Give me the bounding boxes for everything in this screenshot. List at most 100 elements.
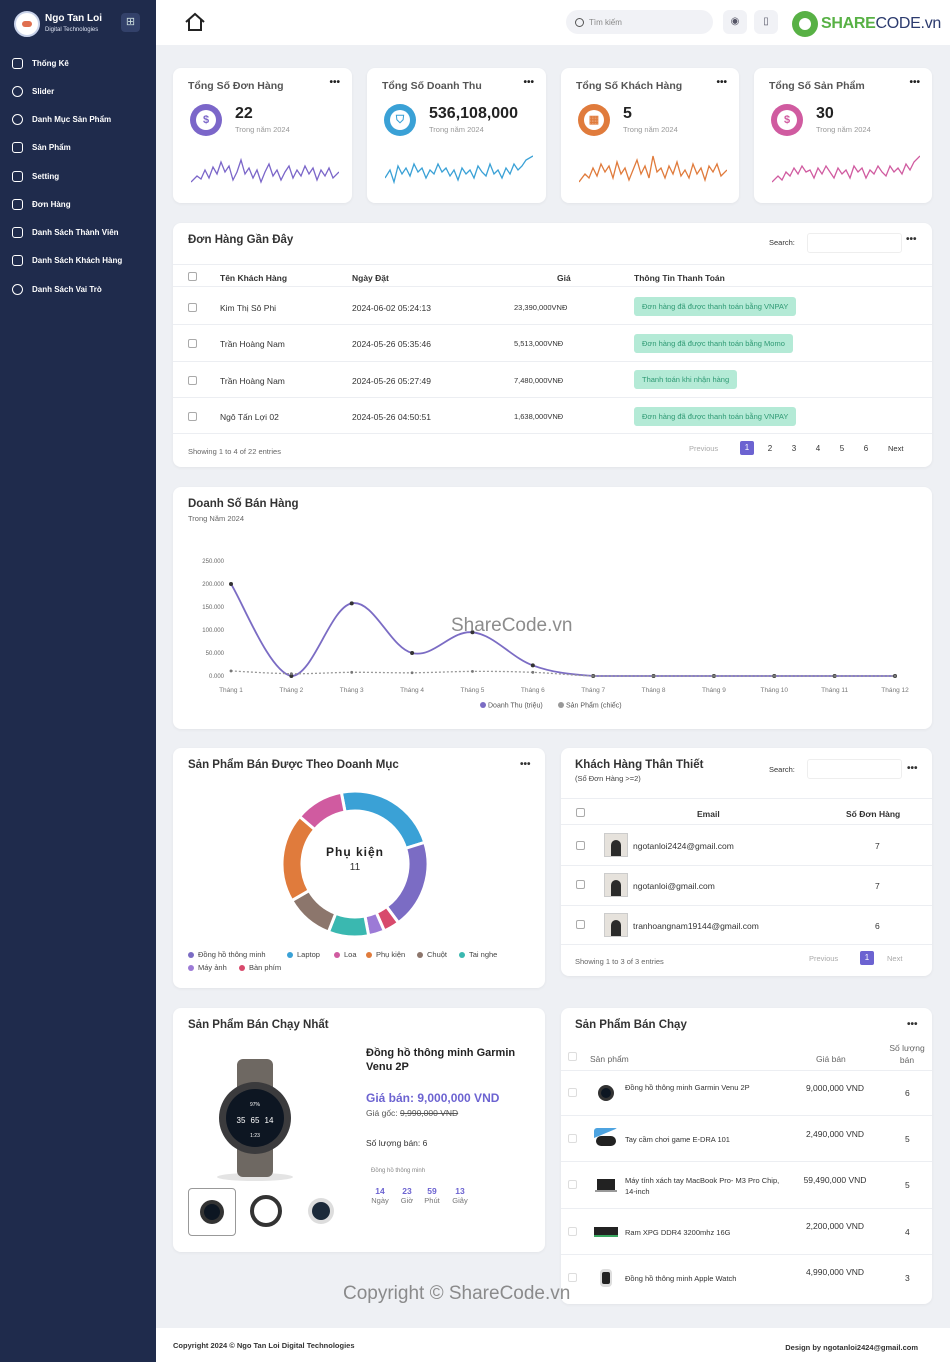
thumbnail-1[interactable] <box>188 1188 236 1236</box>
donut-segment[interactable] <box>297 790 347 832</box>
pager-previous[interactable]: Previous <box>809 954 838 963</box>
data-point[interactable] <box>531 670 535 674</box>
legend-item[interactable]: Bàn phím <box>239 963 281 972</box>
data-point[interactable] <box>410 671 414 675</box>
grid-toggle-icon[interactable]: ⊞ <box>121 13 140 32</box>
notifications-button[interactable]: ◉ <box>723 10 747 34</box>
product-price: 4,990,000 VND <box>805 1267 865 1277</box>
data-point[interactable] <box>772 674 776 678</box>
row-checkbox[interactable] <box>568 1180 577 1189</box>
orders-search-input[interactable] <box>807 233 902 253</box>
data-point[interactable] <box>471 670 474 673</box>
pager-page-1[interactable]: 1 <box>740 441 754 455</box>
calendar-icon: ▦ <box>578 104 610 136</box>
sidebar-item-thong-ke[interactable]: Thống Kê <box>12 56 152 70</box>
more-icon[interactable]: ••• <box>907 1019 918 1030</box>
pager-page-6[interactable]: 6 <box>859 444 873 453</box>
legend-item[interactable]: Máy ảnh <box>188 963 227 972</box>
more-icon[interactable]: ••• <box>523 77 534 88</box>
stat-sub: Trong năm 2024 <box>235 125 290 134</box>
data-point[interactable] <box>289 672 293 676</box>
legend-label[interactable]: Doanh Thu (triệu) <box>488 703 543 710</box>
data-point[interactable] <box>530 663 535 668</box>
sidebar-item-san-pham[interactable]: Sản Phẩm <box>12 140 152 154</box>
legend-item[interactable]: Loa <box>334 950 357 959</box>
row-checkbox[interactable] <box>188 376 197 385</box>
data-point[interactable] <box>350 670 354 674</box>
row-checkbox[interactable] <box>568 1273 577 1282</box>
more-icon[interactable]: ••• <box>520 759 531 770</box>
column-header[interactable]: Thông Tin Thanh Toán <box>634 273 725 283</box>
more-icon[interactable]: ••• <box>716 77 727 88</box>
more-icon[interactable]: ••• <box>329 77 340 88</box>
data-point[interactable] <box>229 582 233 586</box>
row-checkbox[interactable] <box>188 339 197 348</box>
pager-page-3[interactable]: 3 <box>787 444 801 453</box>
loyal-search-input[interactable] <box>807 759 902 779</box>
legend-item[interactable]: Tai nghe <box>459 950 497 959</box>
data-point[interactable] <box>349 601 354 606</box>
ram-icon <box>594 1227 618 1237</box>
column-header[interactable]: Ngày Đặt <box>352 273 389 283</box>
customer-name: Kim Thị Sô Phi <box>220 303 277 313</box>
donut-segment[interactable] <box>339 789 427 851</box>
pager-next[interactable]: Next <box>888 444 903 453</box>
data-point[interactable] <box>591 674 595 678</box>
column-header[interactable]: Số Đơn Hàng <box>846 809 900 819</box>
legend-item[interactable]: Laptop <box>287 950 320 959</box>
sidebar-item-setting[interactable]: Setting <box>12 169 152 183</box>
row-checkbox[interactable] <box>188 303 197 312</box>
data-point[interactable] <box>410 651 415 655</box>
sidebar-item-slider[interactable]: Slider <box>12 84 152 98</box>
data-point[interactable] <box>712 674 716 678</box>
pager-page-5[interactable]: 5 <box>835 444 849 453</box>
legend-item[interactable]: Đồng hồ thông minh <box>188 950 266 959</box>
sidebar-item-vai-tro[interactable]: Danh Sách Vai Trò <box>12 282 152 296</box>
column-header[interactable]: Tên Khách Hàng <box>220 273 287 283</box>
sidebar-item-don-hang[interactable]: Đơn Hàng <box>12 197 152 211</box>
row-checkbox[interactable] <box>576 880 585 889</box>
pager-page-2[interactable]: 2 <box>763 444 777 453</box>
bookmark-button[interactable]: ▯ <box>754 10 778 34</box>
search-input[interactable]: Tìm kiếm <box>566 10 713 34</box>
sidebar-item-thanh-vien[interactable]: Danh Sách Thành Viên <box>12 225 152 239</box>
data-point[interactable] <box>652 674 655 678</box>
home-icon[interactable] <box>184 12 206 32</box>
stat-card-customers: Tổng Số Khách Hàng ••• ▦ 5 Trong năm 202… <box>561 68 739 203</box>
legend-item[interactable]: Phụ kiện <box>366 950 405 959</box>
more-icon[interactable]: ••• <box>906 234 917 245</box>
row-checkbox[interactable] <box>188 412 197 421</box>
column-header[interactable]: Sản phẩm <box>590 1054 629 1064</box>
column-header[interactable]: Số lượng bán <box>883 1042 931 1066</box>
thumbnail-3[interactable] <box>298 1188 346 1236</box>
legend-item[interactable]: Chuột <box>417 950 447 959</box>
data-point[interactable] <box>893 674 897 678</box>
row-checkbox[interactable] <box>576 841 585 850</box>
row-checkbox[interactable] <box>568 1227 577 1236</box>
pager-previous[interactable]: Previous <box>689 444 718 453</box>
column-header[interactable]: Giá <box>557 273 571 283</box>
section-title: Sản Phẩm Bán Được Theo Doanh Mục <box>188 759 399 771</box>
legend-label[interactable]: Sản Phẩm (chiếc) <box>566 701 622 710</box>
thumbnail-2[interactable] <box>243 1188 291 1236</box>
sidebar-item-khach-hang[interactable]: Danh Sách Khách Hàng <box>12 253 152 267</box>
watch-face-stat: 65 <box>251 1116 260 1125</box>
pager-next[interactable]: Next <box>887 954 902 963</box>
pager-page-1[interactable]: 1 <box>860 951 874 965</box>
data-point[interactable] <box>833 674 837 678</box>
y-tick-label: 0.000 <box>209 674 225 680</box>
row-checkbox[interactable] <box>568 1088 577 1097</box>
select-all-checkbox[interactable] <box>568 1052 577 1061</box>
data-point[interactable] <box>229 669 233 673</box>
brand[interactable]: Ngo Tan Loi Digital Technologies ⊞ <box>14 11 144 39</box>
column-header[interactable]: Email <box>697 809 720 819</box>
select-all-checkbox[interactable] <box>188 272 197 281</box>
row-checkbox[interactable] <box>568 1134 577 1143</box>
row-checkbox[interactable] <box>576 920 585 929</box>
pager-page-4[interactable]: 4 <box>811 444 825 453</box>
more-icon[interactable]: ••• <box>909 77 920 88</box>
column-header[interactable]: Giá bán <box>816 1054 846 1064</box>
more-icon[interactable]: ••• <box>907 763 918 774</box>
sidebar-item-danh-muc[interactable]: Danh Mục Sản Phẩm <box>12 112 152 126</box>
select-all-checkbox[interactable] <box>576 808 585 817</box>
